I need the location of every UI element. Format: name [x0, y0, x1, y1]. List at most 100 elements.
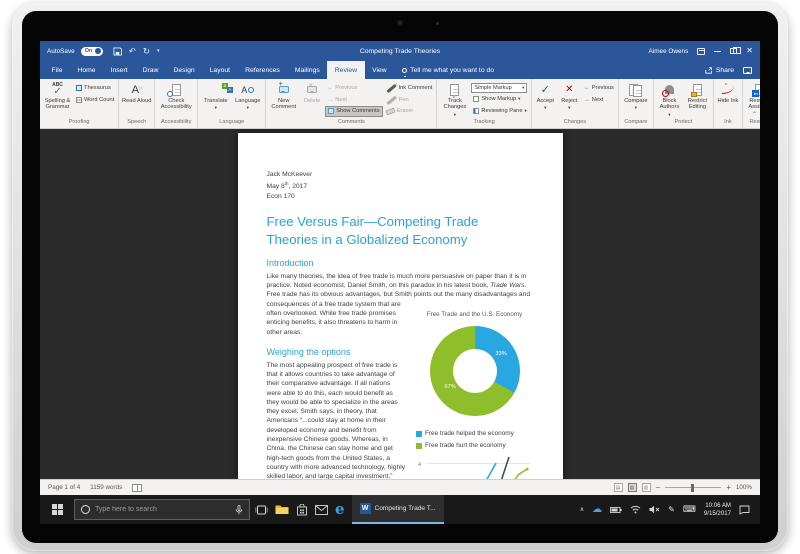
taskbar-clock[interactable]: 10:06 AM 9/15/2017 [704, 502, 731, 518]
previous-comment-button[interactable]: ← Previous [325, 83, 382, 94]
tray-chevron-up-icon[interactable]: ∧ [580, 507, 584, 513]
translate-button[interactable]: a A Translate ▾ [200, 81, 231, 111]
battery-icon[interactable] [610, 506, 622, 514]
show-markup-button[interactable]: Show Markup▾ [471, 94, 528, 105]
resume-assistant-button[interactable]: in Resume Assistant [745, 81, 760, 111]
microphone-icon[interactable] [235, 505, 243, 515]
page-indicator[interactable]: Page 1 of 4 [48, 484, 80, 491]
group-resume: in Resume Assistant Resume [743, 79, 760, 128]
zoom-level[interactable]: 100% [736, 484, 752, 491]
lightbulb-icon [402, 68, 407, 73]
volume-muted-icon[interactable] [649, 505, 660, 514]
eraser-icon [385, 107, 395, 115]
track-changes-button[interactable]: Track Changes ▾ [439, 81, 470, 118]
tab-layout[interactable]: Layout [202, 61, 237, 79]
clock-date: 9/15/2017 [704, 510, 731, 517]
tell-me-box[interactable]: Tell me what you want to do [394, 61, 502, 79]
reject-icon: ✕ [565, 82, 573, 97]
autosave-toggle[interactable]: On [81, 47, 103, 56]
previous-comment-icon: ← [327, 85, 333, 91]
pen-button[interactable]: Pen [384, 95, 435, 106]
tab-design[interactable]: Design [166, 61, 202, 79]
group-proofing: ABC ✓ Spelling & Grammar Thesaurus [40, 79, 119, 128]
line-chart[interactable]: 4 3 [416, 454, 534, 479]
zoom-slider[interactable] [665, 487, 721, 488]
hide-ink-icon [722, 82, 734, 97]
taskbar-search-box[interactable] [74, 499, 250, 520]
minimize-button[interactable] [714, 51, 721, 52]
embedded-charts[interactable]: Free Trade and the U.S. Economy 33% 67% … [416, 301, 534, 479]
autosave-state: On [85, 48, 93, 54]
restrict-editing-button[interactable]: Restrict Editing [684, 81, 711, 111]
edge-icon[interactable]: e [335, 502, 345, 517]
redo-icon[interactable]: ↻ [143, 47, 150, 56]
surface-pen-icon[interactable]: ✎ [668, 506, 675, 514]
zoom-out-icon[interactable]: − [656, 483, 661, 492]
read-mode-icon[interactable]: ▤ [614, 483, 623, 492]
read-aloud-button[interactable]: A⁾⁾ Read Aloud [121, 81, 152, 104]
save-icon[interactable] [113, 47, 122, 56]
document-page[interactable]: Jack McKeever May 8th, 2017 Econ 170 Fre… [238, 133, 563, 479]
tab-home[interactable]: Home [70, 61, 103, 79]
onedrive-icon[interactable]: ☁ [592, 505, 602, 515]
account-name[interactable]: Aimee Owens [649, 48, 689, 55]
block-authors-button[interactable]: Block Authors ▾ [656, 81, 683, 118]
store-icon[interactable] [296, 504, 308, 516]
start-button[interactable] [40, 495, 74, 524]
task-view-icon[interactable] [255, 504, 268, 516]
word-count-button[interactable]: 123 Word Count [74, 95, 116, 106]
reject-button[interactable]: ✕ Reject ▾ [558, 81, 581, 111]
share-button[interactable]: Share [705, 66, 734, 74]
network-icon[interactable] [630, 505, 641, 514]
file-explorer-icon[interactable] [275, 504, 289, 515]
new-comment-button[interactable]: + New Comment [268, 81, 299, 111]
collapse-ribbon-icon[interactable]: ⌃ [752, 111, 757, 118]
tab-view[interactable]: View [365, 61, 395, 79]
spelling-grammar-button[interactable]: ABC ✓ Spelling & Grammar [42, 81, 73, 111]
delete-comment-button[interactable]: ✕ Delete [300, 81, 324, 104]
taskbar-word-task[interactable]: W Competing Trade T... [352, 495, 444, 524]
compare-button[interactable]: Compare ▾ [621, 81, 651, 111]
action-center-icon[interactable] [739, 505, 750, 515]
device-bezel: AutoSave On ↶ ↻ ▾ Competing Trade Theori… [22, 11, 778, 543]
close-button[interactable]: ✕ [746, 47, 753, 55]
zoom-in-icon[interactable]: + [726, 483, 731, 492]
language-button[interactable]: A Language ▾ [232, 81, 263, 111]
tab-draw[interactable]: Draw [135, 61, 166, 79]
web-layout-icon[interactable]: ▥ [642, 483, 651, 492]
undo-icon[interactable]: ↶ [129, 47, 136, 56]
search-input[interactable] [95, 506, 230, 513]
word-task-label: Competing Trade T... [375, 505, 436, 512]
print-layout-icon[interactable]: ▦ [628, 483, 637, 492]
display-for-review-dropdown[interactable]: Simple Markup ▾ [471, 83, 527, 93]
pen-icon [386, 95, 396, 104]
customize-qat-icon[interactable]: ▾ [157, 49, 160, 54]
accept-button[interactable]: ✓ Accept ▾ [534, 81, 557, 111]
mail-icon[interactable] [315, 505, 328, 515]
next-change-button[interactable]: → Next [582, 95, 616, 106]
comments-pane-icon[interactable] [743, 67, 752, 74]
proofing-status-icon[interactable] [132, 484, 142, 492]
word-count-indicator[interactable]: 1159 words [90, 484, 122, 491]
thesaurus-button[interactable]: Thesaurus [74, 83, 116, 94]
tab-insert[interactable]: Insert [103, 61, 135, 79]
donut-chart[interactable]: 33% 67% [416, 326, 534, 416]
reviewing-pane-button[interactable]: Reviewing Pane▾ [471, 106, 528, 117]
tab-references[interactable]: References [238, 61, 288, 79]
eraser-button[interactable]: Eraser [384, 106, 435, 117]
touch-keyboard-icon[interactable]: ⌨ [683, 505, 696, 514]
restore-button[interactable] [730, 48, 737, 54]
previous-change-button[interactable]: ← Previous [582, 83, 616, 94]
tab-file[interactable]: File [44, 61, 70, 79]
hide-ink-button[interactable]: Hide Ink [716, 81, 740, 104]
tab-mailings[interactable]: Mailings [287, 61, 327, 79]
tab-review[interactable]: Review [327, 61, 364, 79]
ink-comment-button[interactable]: Ink Comment [384, 83, 435, 94]
accept-icon: ✓ [541, 82, 550, 97]
zoom-slider-thumb[interactable] [691, 484, 694, 492]
next-comment-button[interactable]: → Next [325, 95, 382, 106]
show-comments-button[interactable]: Show Comments [325, 106, 382, 117]
ribbon-display-options-icon[interactable] [697, 48, 705, 55]
check-accessibility-button[interactable]: Check Accessibility [157, 81, 195, 111]
read-aloud-icon: A⁾⁾ [132, 82, 142, 97]
